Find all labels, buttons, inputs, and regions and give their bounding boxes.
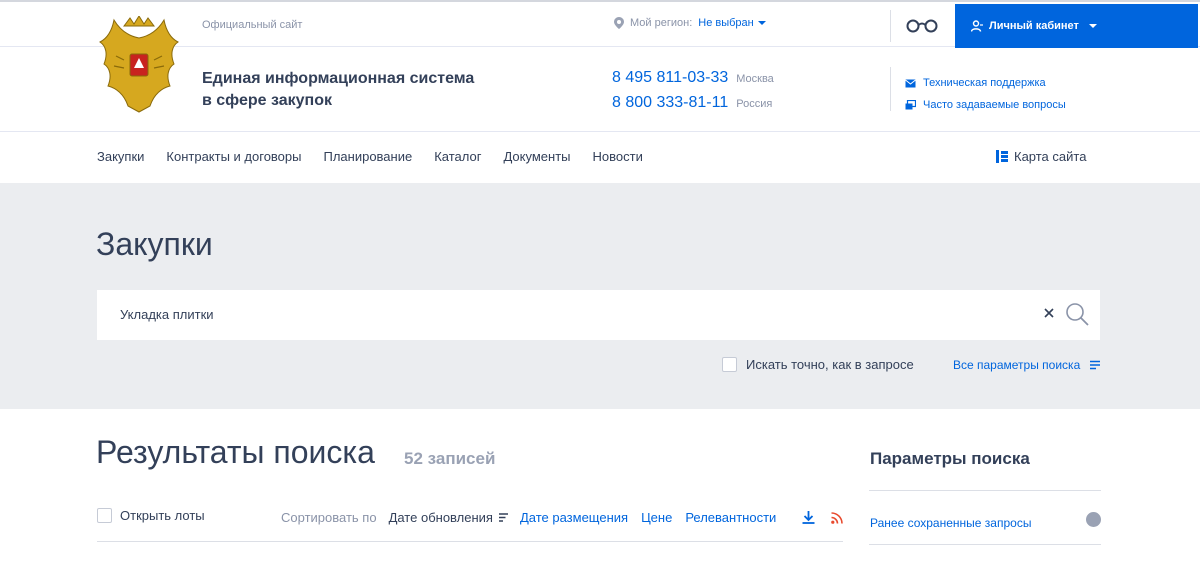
region-label: Мой регион: xyxy=(630,17,693,29)
sitemap-link[interactable]: Карта сайта xyxy=(996,149,1086,164)
open-lots-label: Открыть лоты xyxy=(120,508,205,523)
user-icon xyxy=(971,20,983,32)
divider xyxy=(97,541,843,542)
sitemap-icon xyxy=(996,150,1008,163)
system-name-line1: Единая информационная система xyxy=(202,70,475,87)
nav-item-documents[interactable]: Документы xyxy=(503,149,570,164)
results-title: Результаты поиска xyxy=(96,434,375,470)
chat-icon xyxy=(905,99,916,109)
exact-search-label: Искать точно, как в запросе xyxy=(746,357,914,372)
sidebar-title: Параметры поиска xyxy=(870,449,1030,468)
phone-location: Москва xyxy=(736,73,774,85)
sort-option-relevance[interactable]: Релевантности xyxy=(685,510,776,525)
search-box xyxy=(97,290,1100,340)
sort-bar: Сортировать по Дате обновления Дате разм… xyxy=(281,510,789,525)
phone-number[interactable]: 8 495 811-03-33 xyxy=(612,69,728,87)
phone-row: 8 495 811-03-33 Москва xyxy=(612,69,774,94)
faq-link[interactable]: Часто задаваемые вопросы xyxy=(905,94,1066,116)
phone-location: Россия xyxy=(736,98,773,110)
sort-option-updated[interactable]: Дате обновления xyxy=(389,510,493,525)
divider xyxy=(890,67,891,111)
search-icon[interactable] xyxy=(1065,302,1089,326)
region-value[interactable]: Не выбран xyxy=(698,17,766,29)
sort-option-placed[interactable]: Дате размещения xyxy=(520,510,628,525)
rss-icon[interactable] xyxy=(831,512,843,524)
nav-item-catalog[interactable]: Каталог xyxy=(434,149,481,164)
faq-label: Часто задаваемые вопросы xyxy=(923,99,1066,111)
checkbox[interactable] xyxy=(97,508,112,523)
divider xyxy=(869,490,1101,491)
results-count: 52 записей xyxy=(404,449,496,468)
coat-of-arms-logo[interactable] xyxy=(94,16,184,114)
sort-by-label: Сортировать по xyxy=(281,510,377,525)
close-icon[interactable] xyxy=(1043,307,1055,319)
all-params-label: Все параметры поиска xyxy=(953,358,1081,372)
checkbox[interactable] xyxy=(722,357,737,372)
main-nav: Закупки Контракты и договоры Планировани… xyxy=(97,149,643,164)
saved-queries-link[interactable]: Ранее сохраненные запросы xyxy=(870,516,1031,530)
chevron-down-icon xyxy=(1088,24,1097,28)
hotline-phones: 8 495 811-03-33 Москва 8 800 333-81-11 Р… xyxy=(612,69,774,119)
mail-icon xyxy=(905,79,916,87)
nav-item-contracts[interactable]: Контракты и договоры xyxy=(166,149,301,164)
filter-lines-icon xyxy=(1090,360,1101,370)
system-name-line2: в сфере закупок xyxy=(202,92,332,109)
sort-option-price[interactable]: Цене xyxy=(641,510,672,525)
saved-queries-toggle[interactable] xyxy=(1086,512,1101,527)
support-label: Техническая поддержка xyxy=(923,77,1046,89)
help-links: Техническая поддержка Часто задаваемые в… xyxy=(905,72,1066,116)
divider xyxy=(0,131,1200,132)
exact-search-checkbox[interactable]: Искать точно, как в запросе xyxy=(722,357,914,372)
sort-descending-icon[interactable] xyxy=(498,513,508,522)
support-link[interactable]: Техническая поддержка xyxy=(905,72,1066,94)
open-lots-checkbox[interactable]: Открыть лоты xyxy=(97,508,205,523)
divider xyxy=(869,544,1101,545)
map-pin-icon xyxy=(614,17,624,29)
nav-item-purchases[interactable]: Закупки xyxy=(97,149,144,164)
all-search-params-link[interactable]: Все параметры поиска xyxy=(953,358,1101,372)
phone-row: 8 800 333-81-11 Россия xyxy=(612,94,774,119)
search-section: Закупки Искать точно, как в запросе Все … xyxy=(0,183,1200,409)
cabinet-label: Личный кабинет xyxy=(989,20,1079,32)
nav-item-news[interactable]: Новости xyxy=(593,149,643,164)
sitemap-label: Карта сайта xyxy=(1014,149,1087,164)
glasses-icon[interactable] xyxy=(906,17,938,33)
divider xyxy=(890,10,891,42)
download-icon[interactable] xyxy=(802,511,815,524)
chevron-down-icon xyxy=(757,21,766,26)
phone-number[interactable]: 8 800 333-81-11 xyxy=(612,94,728,112)
personal-cabinet-button[interactable]: Личный кабинет xyxy=(955,4,1198,48)
region-selector[interactable]: Мой регион: Не выбран xyxy=(614,17,766,29)
nav-item-planning[interactable]: Планирование xyxy=(323,149,412,164)
system-name[interactable]: Единая информационная система в сфере за… xyxy=(202,68,502,112)
search-input[interactable] xyxy=(120,307,1000,322)
page-title: Закупки xyxy=(96,226,213,262)
official-site-label: Официальный сайт xyxy=(202,19,303,31)
